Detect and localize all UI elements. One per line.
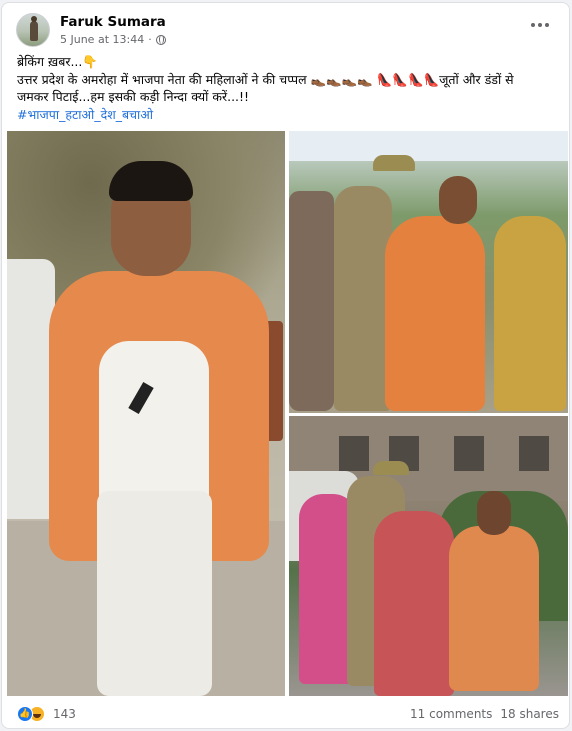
- avatar[interactable]: [16, 13, 50, 47]
- like-icon: 👍: [17, 706, 33, 722]
- post-header: Faruk Sumara 5 June at 13:44 ·: [16, 13, 556, 49]
- post-footer: 👍 143 11 comments 18 shares: [17, 703, 559, 725]
- hashtag-link[interactable]: #भाजपा_हटाओ_देश_बचाओ: [17, 106, 562, 124]
- post-text-line: उत्तर प्रदेश के अमरोहा में भाजपा नेता की…: [17, 71, 514, 87]
- post-photo-top-right[interactable]: [289, 131, 568, 413]
- post-card: Faruk Sumara 5 June at 13:44 · ब्रेकिंग …: [1, 2, 570, 729]
- post-meta: 5 June at 13:44 ·: [60, 33, 166, 46]
- post-text-line: ब्रेकिंग ख़बर...👇: [17, 54, 98, 69]
- engagement-counts: 11 comments 18 shares: [410, 707, 559, 721]
- post-photo-bottom-right[interactable]: [289, 416, 568, 696]
- more-options-button[interactable]: [526, 15, 554, 35]
- post-text: ब्रेकिंग ख़बर...👇 उत्तर प्रदेश के अमरोहा…: [17, 53, 562, 123]
- comments-count[interactable]: 11 comments: [410, 707, 492, 721]
- globe-icon: [155, 34, 166, 45]
- reactions-summary[interactable]: 👍 143: [17, 706, 76, 722]
- author-name[interactable]: Faruk Sumara: [60, 14, 166, 30]
- timestamp[interactable]: 5 June at 13:44: [60, 33, 144, 46]
- shares-count[interactable]: 18 shares: [500, 707, 559, 721]
- post-photo-main[interactable]: [7, 131, 285, 696]
- reaction-count: 143: [53, 707, 76, 721]
- post-text-line: जमकर पिटाई...हम इसकी कड़ी निन्दा क्यों क…: [17, 89, 250, 104]
